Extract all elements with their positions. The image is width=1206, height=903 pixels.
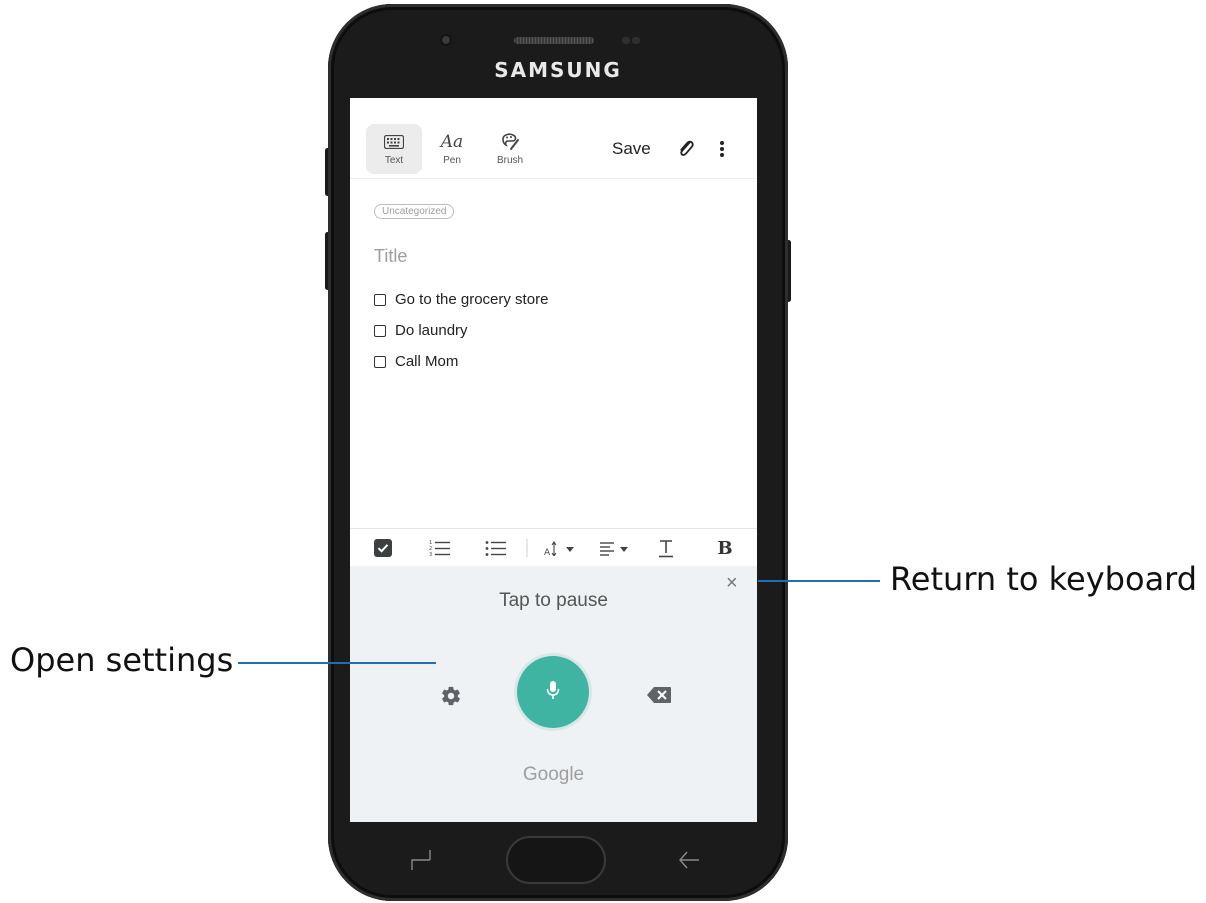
list-item[interactable]: Go to the grocery store bbox=[374, 284, 548, 315]
list-item[interactable]: Do laundry bbox=[374, 315, 548, 346]
callout-open-settings: Open settings bbox=[10, 641, 234, 679]
bullet-list-icon[interactable] bbox=[484, 529, 508, 567]
list-item-text: Call Mom bbox=[395, 353, 459, 370]
screen: Text Aa Pen Brush Save Uncategorized Tit… bbox=[350, 98, 757, 822]
checklist: Go to the grocery store Do laundry Call … bbox=[374, 284, 548, 377]
device-brand: SAMSUNG bbox=[494, 58, 622, 82]
handwriting-icon: Aa bbox=[440, 132, 464, 152]
underline-icon[interactable] bbox=[656, 529, 676, 567]
keyboard-icon bbox=[384, 132, 404, 152]
callout-return-keyboard: Return to keyboard bbox=[890, 560, 1198, 598]
checkbox-icon[interactable] bbox=[374, 324, 386, 337]
gear-icon[interactable] bbox=[440, 685, 462, 712]
mode-text-label: Text bbox=[384, 155, 404, 166]
list-item-text: Go to the grocery store bbox=[395, 291, 549, 308]
align-icon[interactable] bbox=[600, 529, 636, 567]
callout-line-open-settings bbox=[238, 662, 436, 664]
backspace-icon[interactable] bbox=[646, 686, 672, 709]
numbered-list-icon[interactable]: 123 bbox=[428, 529, 452, 567]
checkbox-icon[interactable] bbox=[374, 293, 386, 306]
mode-text-button[interactable]: Text bbox=[366, 124, 422, 174]
paperclip-icon[interactable] bbox=[676, 138, 696, 160]
voice-input-panel: × Tap to pause Google bbox=[350, 566, 757, 822]
save-button[interactable]: Save bbox=[612, 139, 651, 159]
microphone-button[interactable] bbox=[517, 656, 589, 728]
toolbar-divider bbox=[526, 529, 528, 567]
svg-text:A: A bbox=[544, 548, 551, 556]
category-chip[interactable]: Uncategorized bbox=[374, 204, 455, 219]
title-input[interactable]: Title bbox=[374, 246, 407, 267]
earpiece-speaker bbox=[514, 37, 594, 44]
list-item-text: Do laundry bbox=[395, 322, 468, 339]
sensor-dot bbox=[632, 37, 640, 44]
back-arrow-icon[interactable] bbox=[678, 850, 700, 875]
checkbox-format-icon[interactable] bbox=[372, 529, 394, 567]
mode-pen-button[interactable]: Aa Pen bbox=[424, 124, 480, 174]
svg-text:3: 3 bbox=[429, 552, 432, 556]
callout-line-return-keyboard bbox=[758, 580, 880, 582]
mode-pen-label: Pen bbox=[443, 155, 461, 166]
format-toolbar: 123 A B bbox=[350, 528, 757, 567]
mode-brush-button[interactable]: Brush bbox=[482, 124, 538, 174]
sensor-dot bbox=[622, 37, 630, 44]
home-button[interactable] bbox=[506, 836, 606, 884]
microphone-icon bbox=[546, 680, 560, 705]
mode-brush-label: Brush bbox=[496, 155, 524, 166]
list-item[interactable]: Call Mom bbox=[374, 346, 548, 377]
recent-apps-icon[interactable] bbox=[410, 848, 432, 877]
front-camera-icon bbox=[440, 34, 452, 46]
font-size-icon[interactable]: A bbox=[544, 529, 580, 567]
checkbox-icon[interactable] bbox=[374, 355, 386, 368]
voice-status-text: Tap to pause bbox=[499, 590, 608, 611]
brush-icon bbox=[500, 132, 520, 152]
more-vert-icon[interactable] bbox=[718, 138, 726, 160]
google-logo-text: Google bbox=[522, 764, 585, 785]
note-toolbar: Text Aa Pen Brush Save bbox=[350, 98, 757, 179]
bold-icon[interactable]: B bbox=[712, 529, 738, 567]
